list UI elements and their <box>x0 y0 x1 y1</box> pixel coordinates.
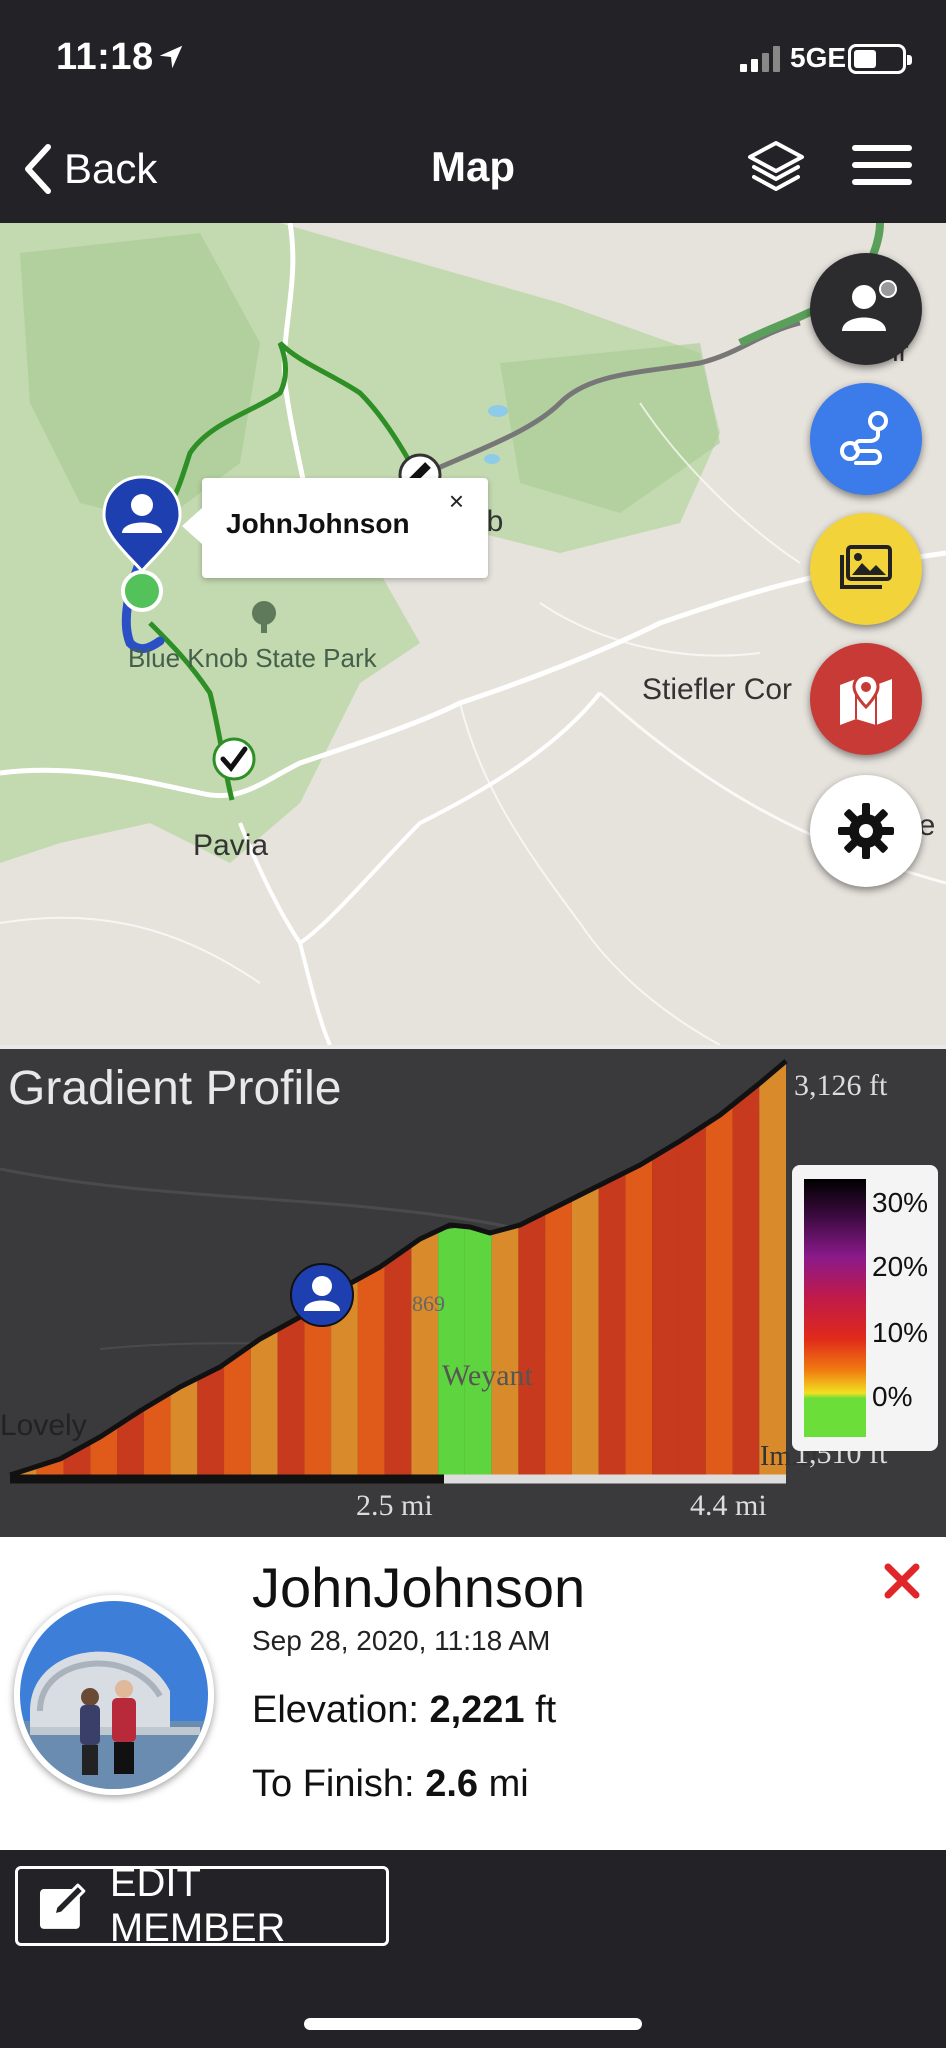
legend-tick: 20% <box>872 1251 929 1282</box>
gradient-segment <box>545 1199 572 1479</box>
gear-icon <box>838 803 894 859</box>
hamburger-menu-icon[interactable] <box>852 145 912 193</box>
gradient-segment <box>464 1226 492 1479</box>
legend-tick: 10% <box>872 1317 929 1348</box>
edit-member-button[interactable]: EDIT MEMBER <box>15 1861 389 1950</box>
profile-member-marker-icon[interactable] <box>288 1261 356 1329</box>
checkpoint-marker-icon[interactable] <box>212 737 256 781</box>
map-label-stiefler: Stiefler Cor <box>642 673 793 706</box>
back-label: Back <box>64 145 158 192</box>
finish-label: To Finish: <box>252 1763 415 1805</box>
network-type: 5GE <box>790 42 847 73</box>
location-arrow-icon <box>159 45 183 69</box>
profile-map-label: Lovely <box>0 1409 87 1442</box>
map-pin-fab-button[interactable] <box>810 643 922 755</box>
gradient-segment <box>678 1124 706 1479</box>
edit-icon <box>39 1883 86 1929</box>
gradient-segment <box>384 1245 412 1479</box>
back-button[interactable]: Back <box>20 137 157 201</box>
gradient-segment <box>277 1313 305 1479</box>
elevation-unit: ft <box>535 1689 557 1731</box>
map-view[interactable]: Blue Knob State Park Pavia Stiefler Cor … <box>0 223 946 1045</box>
finish-value: 2.6 <box>425 1763 479 1805</box>
nav-bar: Back Map <box>0 115 946 223</box>
status-time: 11:18 <box>56 36 154 78</box>
distance-total-label: 4.4 mi <box>690 1489 767 1522</box>
profile-title: Gradient Profile <box>8 1062 342 1115</box>
gradient-legend: 30% 20% 10% 0% <box>792 1165 938 1451</box>
member-fab-button[interactable] <box>810 253 922 365</box>
profile-town-label: Weyant <box>442 1359 533 1392</box>
signal-strength-icon <box>740 46 780 72</box>
gradient-segment <box>598 1172 626 1479</box>
member-popup[interactable]: JohnJohnson × <box>182 478 488 578</box>
gradient-profile-chart[interactable]: Gradient Profile Lovely 869 Weyant Im.el… <box>0 1045 946 1537</box>
gradient-segment <box>732 1083 760 1479</box>
member-photo <box>20 1601 208 1789</box>
route-icon <box>840 411 888 465</box>
elevation-value: 2,221 <box>429 1689 525 1731</box>
avatar[interactable] <box>14 1595 214 1795</box>
distance-current-label: 2.5 mi <box>356 1489 433 1522</box>
map-label-town: Pavia <box>193 829 269 862</box>
gradient-segment <box>197 1364 225 1479</box>
member-location-marker-icon[interactable] <box>100 475 184 615</box>
bottom-toolbar: EDIT MEMBER <box>0 1850 946 2048</box>
status-bar: 11:18 5GE <box>0 0 946 115</box>
map-pin-icon <box>840 673 892 725</box>
popup-member-name: JohnJohnson <box>226 508 410 539</box>
battery-icon <box>848 44 912 74</box>
gradient-segment <box>491 1225 519 1479</box>
photo-gallery-icon <box>840 545 892 589</box>
finish-unit: mi <box>488 1763 529 1805</box>
gradient-segment <box>518 1212 546 1479</box>
settings-fab-button[interactable] <box>810 775 922 887</box>
profile-road-label: 869 <box>412 1291 445 1316</box>
gradient-segment <box>625 1157 653 1479</box>
gradient-color-scale <box>804 1179 866 1437</box>
gradient-segment <box>250 1329 278 1479</box>
member-name: JohnJohnson <box>252 1556 586 1619</box>
gradient-segment <box>759 1061 786 1479</box>
edit-member-label: EDIT MEMBER <box>109 1861 286 1950</box>
person-icon <box>842 280 897 331</box>
member-info-card: JohnJohnson Sep 28, 2020, 11:18 AM Eleva… <box>0 1537 946 1850</box>
finish-row: To Finish: 2.6 mi <box>252 1763 529 1806</box>
gradient-segment <box>357 1263 385 1479</box>
gradient-segment <box>224 1345 251 1479</box>
elevation-label: Elevation: <box>252 1689 419 1731</box>
gradient-segment <box>652 1141 679 1479</box>
map-canvas <box>0 223 946 1045</box>
chevron-left-icon <box>25 144 51 194</box>
gallery-fab-button[interactable] <box>810 513 922 625</box>
elevation-max-label: 3,126 ft <box>794 1069 888 1102</box>
gradient-segment <box>705 1105 733 1479</box>
member-timestamp: Sep 28, 2020, 11:18 AM <box>252 1625 551 1656</box>
legend-tick: 30% <box>872 1187 929 1218</box>
legend-tick: 0% <box>872 1381 913 1412</box>
gradient-segment <box>170 1378 198 1479</box>
home-indicator[interactable] <box>304 2018 642 2030</box>
layers-icon[interactable] <box>744 137 808 201</box>
gradient-segment <box>411 1230 439 1479</box>
popup-close-button[interactable]: × <box>449 486 464 517</box>
route-fab-button[interactable] <box>810 383 922 495</box>
gradient-segment <box>571 1185 599 1479</box>
close-icon[interactable] <box>880 1559 924 1603</box>
map-label-park: Blue Knob State Park <box>128 643 377 673</box>
elevation-row: Elevation: 2,221 ft <box>252 1689 556 1732</box>
gradient-segment <box>438 1226 465 1479</box>
